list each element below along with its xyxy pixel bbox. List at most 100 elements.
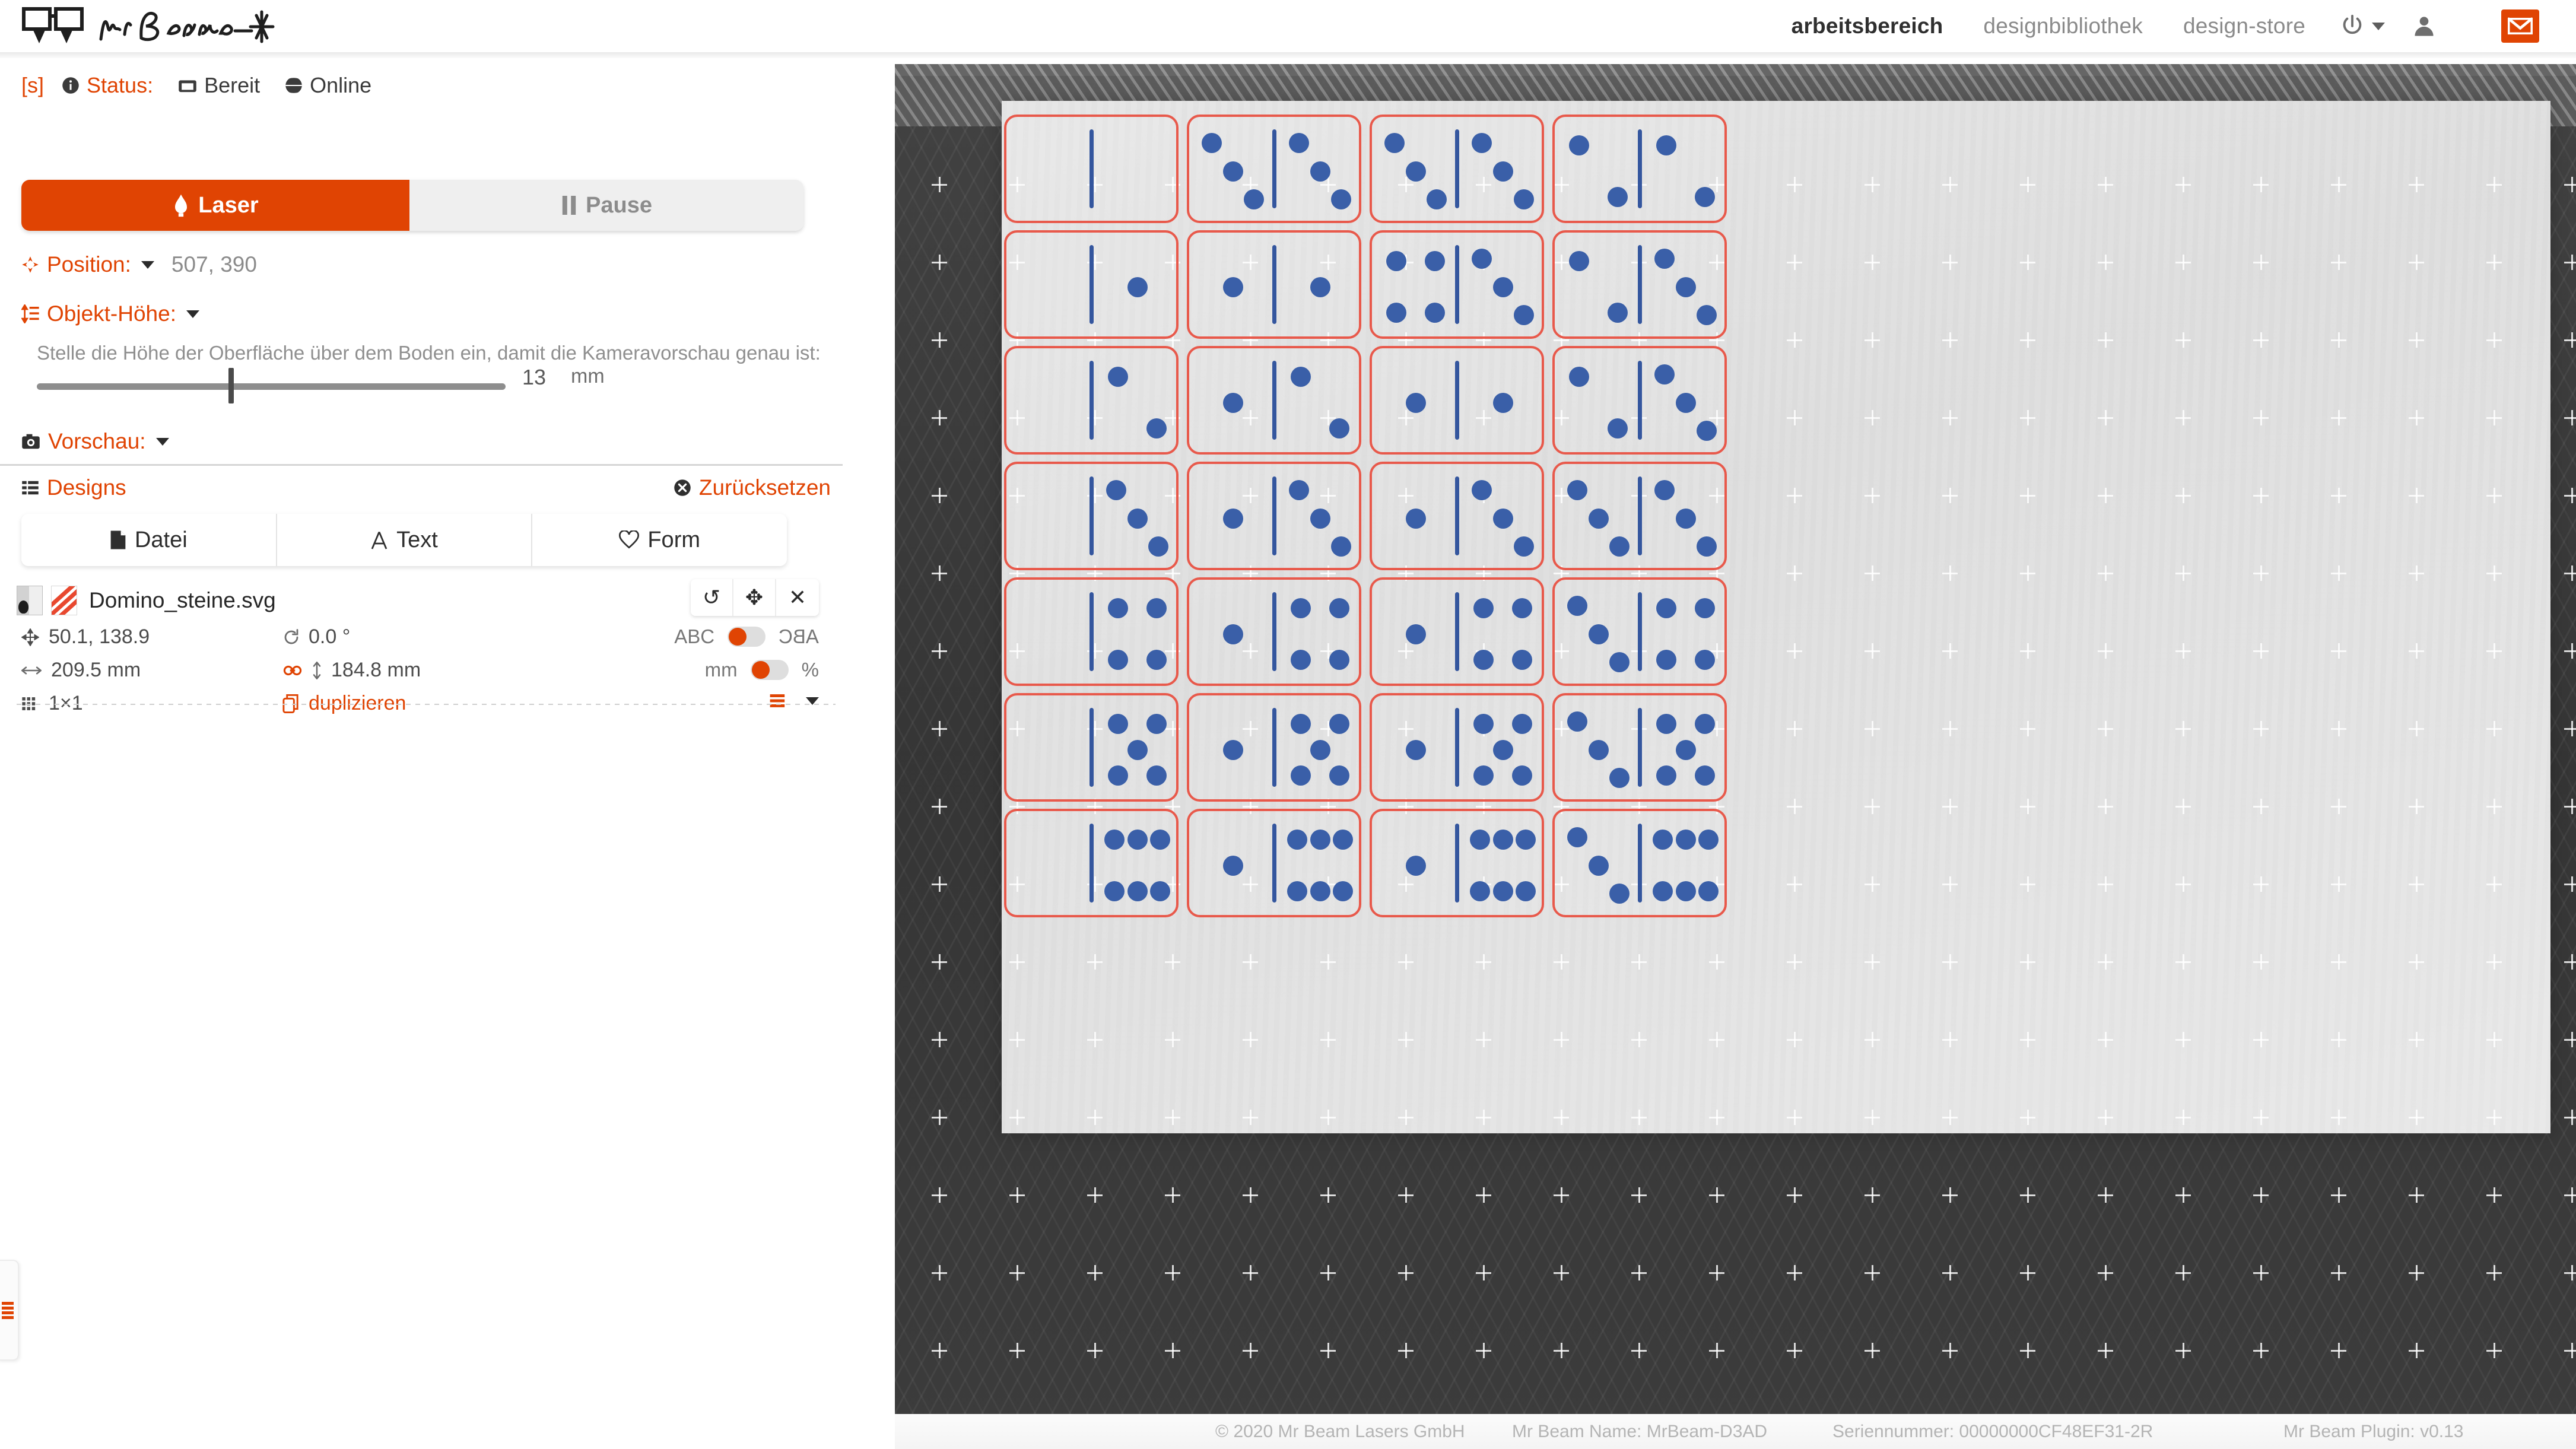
file-name[interactable]: Domino_steine.svg	[89, 588, 276, 613]
file-position-group[interactable]: 50.1, 138.9	[21, 625, 150, 649]
reset-button[interactable]: Zurücksetzen	[674, 475, 831, 500]
file-menu-button[interactable]	[769, 692, 819, 710]
nav-link-design-store[interactable]: design-store	[2163, 14, 2326, 39]
designs-section[interactable]: Designs	[21, 475, 126, 500]
tab-text[interactable]: Text	[277, 514, 533, 566]
power-menu[interactable]	[2326, 12, 2398, 40]
domino-divider-line	[1090, 708, 1094, 787]
domino-pip	[1588, 624, 1609, 644]
domino-tile[interactable]	[1004, 230, 1179, 339]
tab-datei[interactable]: Datei	[21, 514, 277, 566]
domino-pip	[1310, 739, 1330, 760]
domino-divider-line	[1272, 361, 1276, 440]
domino-pip	[1492, 508, 1513, 529]
nav-link-designbibliothek[interactable]: designbibliothek	[1963, 14, 2163, 39]
domino-tile[interactable]	[1552, 115, 1727, 223]
chevron-down-icon	[155, 437, 169, 446]
domino-tile[interactable]	[1552, 462, 1727, 570]
domino-pip	[1694, 713, 1715, 734]
mail-button[interactable]	[2501, 9, 2539, 43]
domino-tile[interactable]	[1187, 115, 1361, 223]
domino-pip	[1472, 479, 1492, 500]
status-state-value: Bereit	[204, 73, 261, 97]
domino-pip	[1696, 536, 1717, 557]
mirror-text-toggle[interactable]	[728, 627, 766, 647]
domino-tile[interactable]	[1187, 809, 1361, 917]
designs-label: Designs	[47, 475, 126, 500]
remove-button[interactable]: ✕	[776, 579, 819, 616]
domino-pip	[1472, 132, 1492, 153]
domino-divider-line	[1455, 361, 1459, 440]
domino-tile[interactable]	[1187, 346, 1361, 455]
nav-links: arbeitsbereich designbibliothek design-s…	[1771, 0, 2539, 52]
domino-tile[interactable]	[1187, 577, 1361, 686]
position-value: 507, 390	[171, 252, 257, 277]
domino-tile[interactable]	[1552, 230, 1727, 339]
domino-divider-line	[1638, 708, 1642, 787]
domino-tile[interactable]	[1370, 809, 1544, 917]
collapsed-side-tab[interactable]	[0, 1260, 19, 1361]
file-meta-grid-row: 1×1 duplizieren	[17, 692, 836, 718]
footer-copyright: © 2020 Mr Beam Lasers GmbH	[1215, 1421, 1465, 1441]
position-section[interactable]: Position: 507, 390	[21, 252, 257, 277]
left-control-panel: [s] Status: Bereit Online Laser Pause Po…	[0, 58, 895, 1449]
domino-pip	[1384, 132, 1405, 153]
domino-pip	[1675, 829, 1696, 850]
domino-pip	[1607, 418, 1628, 439]
domino-tile[interactable]	[1552, 577, 1727, 686]
domino-pip	[1222, 855, 1243, 876]
status-group[interactable]: Status:	[62, 73, 153, 98]
domino-tile[interactable]	[1370, 115, 1544, 223]
domino-tile[interactable]	[1552, 809, 1727, 917]
glasses-logo-icon	[22, 7, 84, 43]
file-height-group[interactable]: 184.8 mm	[282, 659, 421, 682]
domino-tile[interactable]	[1187, 462, 1361, 570]
domino-tile[interactable]	[1004, 462, 1179, 570]
domino-divider-line	[1638, 129, 1642, 208]
domino-tile[interactable]	[1370, 346, 1544, 455]
unit-toggle[interactable]	[750, 660, 789, 680]
domino-pip	[1654, 364, 1675, 385]
domino-tile[interactable]	[1004, 577, 1179, 686]
domino-pip	[1698, 881, 1719, 902]
domino-pip	[1310, 881, 1330, 902]
laser-button[interactable]: Laser	[21, 180, 409, 231]
domino-tile[interactable]	[1187, 230, 1361, 339]
domino-tile[interactable]	[1370, 577, 1544, 686]
slider-thumb[interactable]	[228, 368, 234, 403]
status-bar: [s] Status: Bereit Online	[21, 73, 396, 98]
rotate-button[interactable]: ↺	[691, 579, 733, 616]
domino-tile[interactable]	[1370, 462, 1544, 570]
tab-form[interactable]: Form	[532, 514, 787, 566]
domino-pip	[1472, 248, 1492, 269]
object-height-section[interactable]: Objekt-Höhe:	[21, 301, 199, 326]
domino-pip	[1511, 650, 1532, 671]
file-rotation-group[interactable]: 0.0 °	[282, 625, 350, 649]
domino-tile[interactable]	[1552, 346, 1727, 455]
height-arrow-icon	[313, 661, 321, 679]
domino-pip	[1656, 765, 1677, 786]
domino-tile[interactable]	[1004, 693, 1179, 802]
pause-button[interactable]: Pause	[409, 180, 803, 231]
brand-logo[interactable]	[21, 4, 287, 47]
domino-pip	[1492, 161, 1513, 182]
object-height-value[interactable]: 13	[522, 365, 546, 390]
domino-tile[interactable]	[1370, 693, 1544, 802]
domino-tile[interactable]	[1552, 693, 1727, 802]
domino-tile[interactable]	[1187, 693, 1361, 802]
domino-tile[interactable]	[1004, 115, 1179, 223]
file-thumbnail-icon	[17, 586, 43, 615]
preview-section[interactable]: Vorschau:	[21, 429, 169, 454]
nav-link-arbeitsbereich[interactable]: arbeitsbereich	[1771, 14, 1964, 39]
domino-pip	[1108, 366, 1129, 387]
domino-tile[interactable]	[1004, 809, 1179, 917]
domino-tile[interactable]	[1004, 346, 1179, 455]
chevron-down-icon	[2372, 22, 2385, 30]
camera-preview-workarea[interactable]	[895, 64, 2576, 1414]
user-menu[interactable]	[2398, 13, 2450, 39]
object-height-slider[interactable]	[37, 368, 517, 403]
move-button[interactable]: ✥	[733, 579, 776, 616]
file-width-group[interactable]: 209.5 mm	[21, 659, 141, 682]
domino-tile[interactable]	[1370, 230, 1544, 339]
domino-pip	[1287, 881, 1308, 902]
